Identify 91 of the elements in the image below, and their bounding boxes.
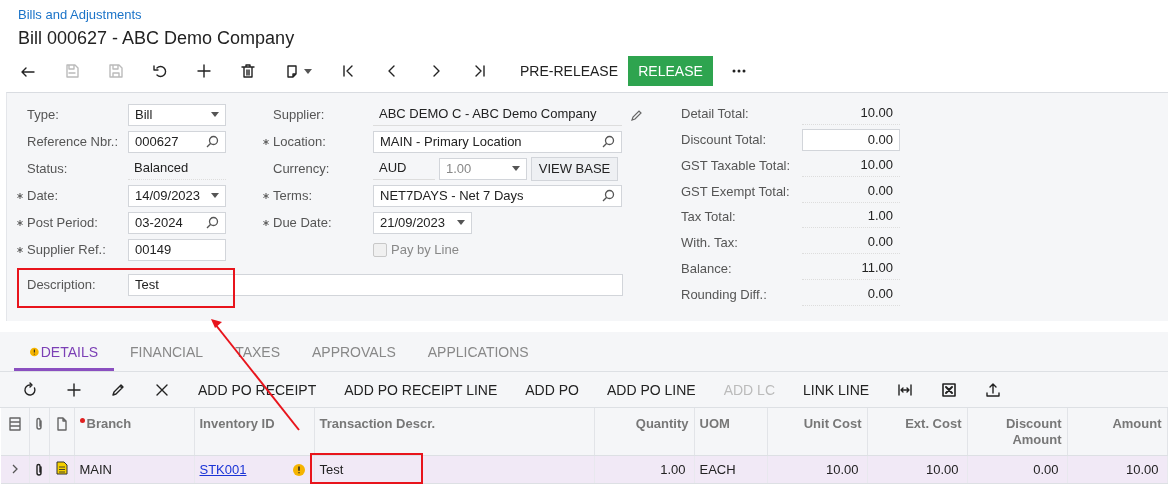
field-value: 10.00 <box>802 102 900 126</box>
add-icon <box>66 381 82 398</box>
caret-icon <box>512 166 520 171</box>
field-label: Description: <box>27 277 97 292</box>
field-label: Tax Total: <box>681 209 737 225</box>
description-field[interactable]: Test <box>128 273 623 296</box>
grid-toolbar-button[interactable]: ADD PO RECEIPT LINE <box>330 374 512 405</box>
field-value: AUD <box>373 157 435 180</box>
refresh-icon <box>22 381 38 398</box>
field-value: ABC DEMO C - ABC Demo Company <box>373 103 622 126</box>
field-label: Post Period: <box>27 215 99 230</box>
field-label: Type: <box>27 107 60 122</box>
save-icon <box>108 63 124 79</box>
fit-icon <box>897 381 914 398</box>
table-cell: 10.00 <box>867 455 967 484</box>
field-label: GST Taxable Total: <box>681 157 792 173</box>
table-cell: MAIN <box>74 455 194 484</box>
breadcrumb-link[interactable]: Bills and Adjustments <box>18 7 142 23</box>
input-field[interactable]: 0.00 <box>802 128 900 151</box>
field-value: 10.00 <box>802 153 900 177</box>
caret-icon <box>211 112 219 117</box>
table-cell: 1.00 <box>594 455 694 484</box>
warning-icon <box>30 345 39 358</box>
rows-icon <box>6 416 23 432</box>
input-field[interactable]: 00149 <box>128 238 226 261</box>
field-label: Status: <box>27 161 69 176</box>
clipboard-icon <box>284 63 300 79</box>
field-label: Date: <box>27 188 60 203</box>
column-header[interactable]: UOM <box>694 408 767 456</box>
column-header[interactable]: Inventory ID <box>194 408 314 456</box>
field-label: Due Date: <box>273 215 333 230</box>
dropdown[interactable]: Bill <box>128 103 226 126</box>
lookup-field[interactable]: MAIN - Primary Location <box>373 130 622 153</box>
pre-release-button[interactable]: PRE-RELEASE <box>512 56 627 86</box>
search-icon <box>206 135 219 148</box>
field-label: Terms: <box>273 188 313 203</box>
page-title: Bill 000627 - ABC Demo Company <box>18 27 296 50</box>
view-base-button[interactable]: VIEW BASE <box>531 156 618 181</box>
field-label: Supplier Ref.: <box>27 242 107 257</box>
lookup-field[interactable]: 03-2024 <box>128 211 226 234</box>
column-header[interactable]: Unit Cost <box>767 408 867 456</box>
column-header[interactable]: Amount <box>1067 408 1167 456</box>
field-value: Balanced <box>128 157 226 180</box>
note-icon <box>55 461 68 475</box>
field-label: Reference Nbr.: <box>27 134 120 149</box>
field-value: 0.00 <box>802 282 900 306</box>
field-value: 1.00 <box>802 205 900 229</box>
caret-icon <box>304 68 312 74</box>
expand-icon[interactable] <box>10 464 19 474</box>
field-label: Discount Total: <box>681 132 768 148</box>
dropdown[interactable]: 14/09/2023 <box>128 184 226 207</box>
field-label: GST Exempt Total: <box>681 183 791 199</box>
field-label: Detail Total: <box>681 106 750 122</box>
column-header[interactable]: Discount Amount <box>967 408 1067 456</box>
field-label: Location: <box>273 134 327 149</box>
caret-icon <box>211 193 219 198</box>
field-label: Rounding Diff.: <box>681 286 768 302</box>
field-value: 11.00 <box>802 256 900 280</box>
table-cell: 10.00 <box>767 455 867 484</box>
table-cell: 0.00 <box>967 455 1067 484</box>
lookup-field[interactable]: 000627 <box>128 130 226 153</box>
search-icon <box>602 189 615 202</box>
search-icon <box>206 216 219 229</box>
table-cell: 10.00 <box>1067 455 1167 484</box>
dropdown[interactable]: 1.00 <box>439 157 527 180</box>
column-header[interactable]: Branch <box>74 408 194 456</box>
search-icon <box>602 135 615 148</box>
column-header[interactable]: Quantity <box>594 408 694 456</box>
grid-toolbar-button[interactable]: LINK LINE <box>789 374 884 405</box>
add-icon <box>196 63 212 79</box>
grid-toolbar-button[interactable]: ADD PO <box>511 374 593 405</box>
grid-toolbar-button[interactable]: ADD PO LINE <box>592 374 710 405</box>
table-cell: EACH <box>694 455 767 484</box>
field-label: Currency: <box>273 161 331 176</box>
field-value: 0.00 <box>802 231 900 255</box>
field-label: Balance: <box>681 260 733 276</box>
field-label: Supplier: <box>273 107 326 122</box>
field-label: With. Tax: <box>681 235 739 251</box>
upload-icon <box>985 381 1002 398</box>
lookup-field[interactable]: NET7DAYS - Net 7 Days <box>373 184 622 207</box>
column-header[interactable]: Ext. Cost <box>867 408 967 456</box>
column-header[interactable]: Transaction Descr. <box>314 408 594 456</box>
delete-icon <box>240 63 256 79</box>
caret-icon <box>457 220 465 225</box>
table-row[interactable]: MAIN STK001 Test 1.00 EACH 10.00 10.00 0.00 10.00 <box>1 455 1167 484</box>
save-close-icon <box>64 63 80 79</box>
table-cell: Test <box>314 455 594 484</box>
dropdown[interactable]: 21/09/2023 <box>373 211 472 234</box>
checkbox-label: Pay by Line <box>391 242 459 257</box>
field-value: 0.00 <box>802 179 900 203</box>
undo-icon <box>152 63 168 79</box>
